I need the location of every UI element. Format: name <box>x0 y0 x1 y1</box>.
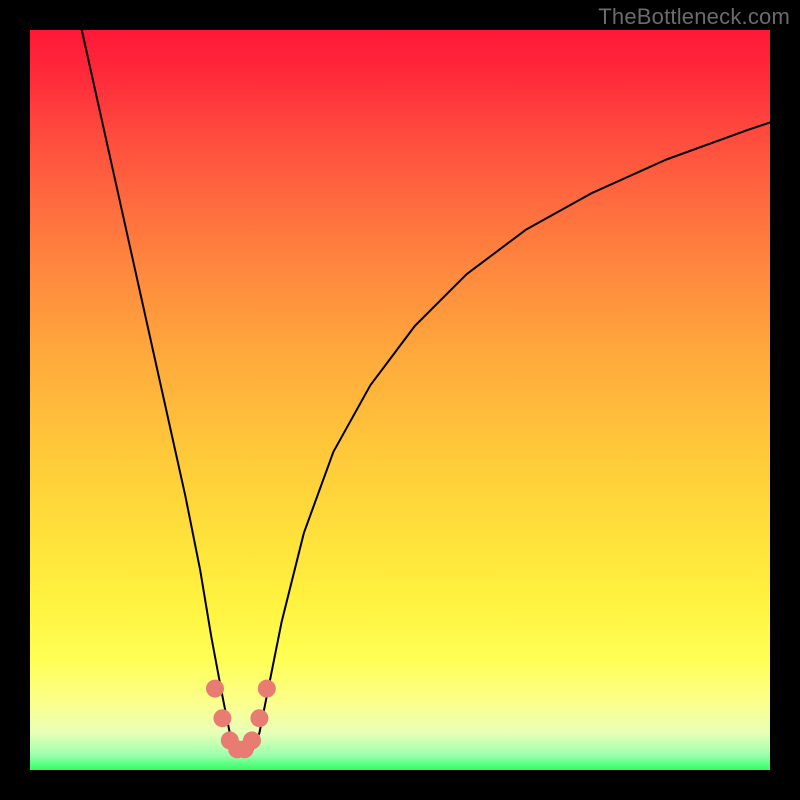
highlight-dot <box>206 680 224 698</box>
highlight-dot <box>243 731 261 749</box>
highlight-dot <box>213 709 231 727</box>
watermark: TheBottleneck.com <box>598 4 790 30</box>
plot-area <box>30 30 770 770</box>
highlight-dots <box>206 680 276 759</box>
chart-svg <box>30 30 770 770</box>
chart-frame: TheBottleneck.com <box>0 0 800 800</box>
highlight-dot <box>258 680 276 698</box>
highlight-dot <box>250 709 268 727</box>
bottleneck-curve <box>82 30 770 755</box>
